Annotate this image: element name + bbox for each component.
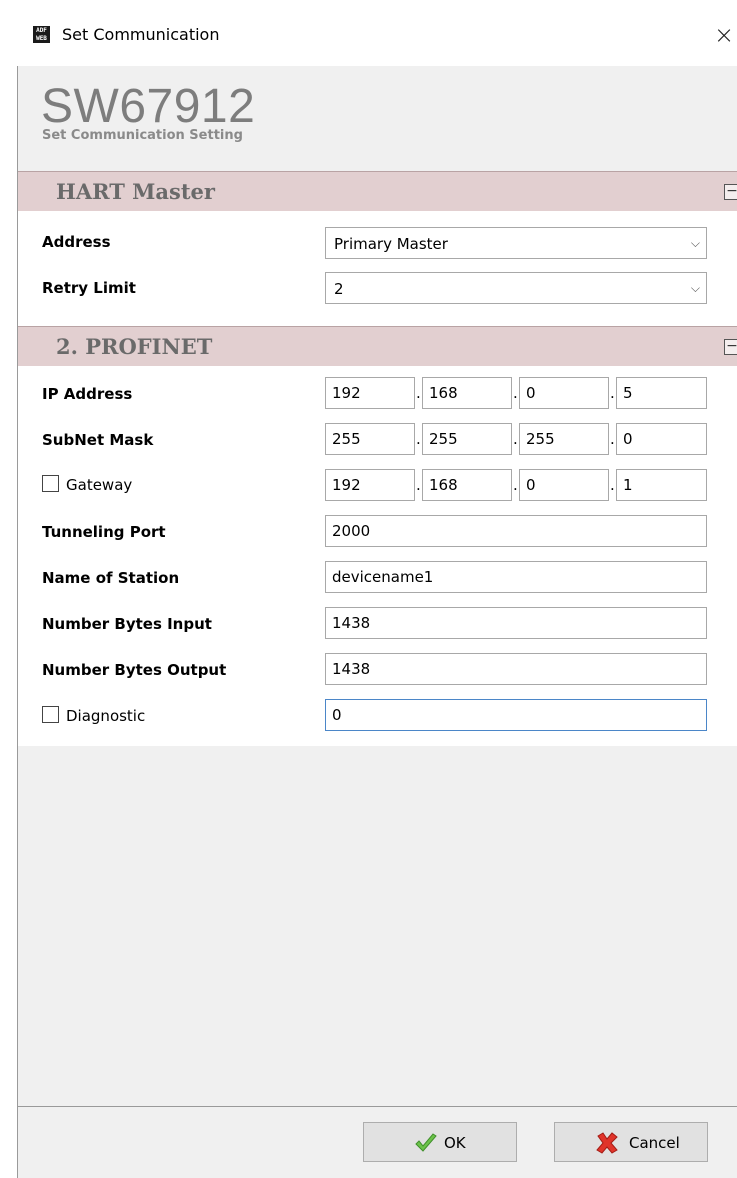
bytes-input-field[interactable]: 1438	[325, 607, 707, 639]
section-header-profinet[interactable]: 2. PROFINET −	[18, 326, 737, 366]
bytes-output-label: Number Bytes Output	[42, 661, 227, 679]
cancel-button-label: Cancel	[629, 1134, 680, 1152]
chevron-down-icon: ⌵	[690, 236, 700, 250]
close-button[interactable]: ×	[711, 18, 737, 52]
dialog-client-area: SW67912 Set Communication Setting HART M…	[17, 66, 737, 1178]
diagnostic-input[interactable]: 0	[325, 699, 707, 731]
ip-separator: .	[610, 476, 615, 494]
tunneling-port-label: Tunneling Port	[42, 523, 166, 541]
ok-button-label: OK	[444, 1134, 466, 1152]
subnet-octet-2-input[interactable]: 255	[422, 423, 512, 455]
ip-octet-3-input[interactable]: 0	[519, 377, 609, 409]
address-select-value: Primary Master	[334, 235, 448, 253]
adfweb-logo-icon: ADF WEB	[33, 26, 50, 43]
retry-limit-select[interactable]: 2 ⌵	[325, 272, 707, 304]
diagnostic-checkbox[interactable]	[42, 706, 59, 723]
ip-separator: .	[610, 384, 615, 402]
tunneling-port-input[interactable]: 2000	[325, 515, 707, 547]
page-header: SW67912 Set Communication Setting	[18, 66, 737, 171]
ip-separator: .	[416, 476, 421, 494]
address-label: Address	[42, 233, 111, 251]
subnet-octet-3-input[interactable]: 255	[519, 423, 609, 455]
title-bar: ADF WEB Set Communication ×	[0, 0, 737, 66]
product-code: SW67912	[41, 80, 256, 133]
gateway-label[interactable]: Gateway	[66, 476, 132, 494]
diagnostic-label[interactable]: Diagnostic	[66, 707, 145, 725]
gateway-octet-4-input[interactable]: 1	[616, 469, 707, 501]
station-name-label: Name of Station	[42, 569, 180, 587]
subnet-octet-1-input[interactable]: 255	[325, 423, 415, 455]
gateway-checkbox[interactable]	[42, 475, 59, 492]
collapse-icon[interactable]: −	[724, 339, 737, 355]
dialog-footer: OK Cancel	[18, 1106, 737, 1178]
page-subtitle: Set Communication Setting	[42, 128, 243, 143]
cross-icon	[596, 1132, 618, 1154]
ip-separator: .	[513, 476, 518, 494]
collapse-icon[interactable]: −	[724, 184, 737, 200]
ip-octet-2-input[interactable]: 168	[422, 377, 512, 409]
gateway-octet-2-input[interactable]: 168	[422, 469, 512, 501]
cancel-button[interactable]: Cancel	[554, 1122, 708, 1162]
bytes-input-label: Number Bytes Input	[42, 615, 212, 633]
ip-octet-1-input[interactable]: 192	[325, 377, 415, 409]
section-body-hart-master: Address Primary Master ⌵ Retry Limit 2 ⌵	[18, 211, 737, 326]
subnet-mask-label: SubNet Mask	[42, 431, 154, 449]
address-select[interactable]: Primary Master ⌵	[325, 227, 707, 259]
ip-octet-4-input[interactable]: 5	[616, 377, 707, 409]
subnet-octet-4-input[interactable]: 0	[616, 423, 707, 455]
retry-limit-label: Retry Limit	[42, 279, 136, 297]
station-name-input[interactable]: devicename1	[325, 561, 707, 593]
ip-separator: .	[513, 384, 518, 402]
gateway-octet-3-input[interactable]: 0	[519, 469, 609, 501]
bytes-output-field[interactable]: 1438	[325, 653, 707, 685]
ip-separator: .	[513, 430, 518, 448]
section-body-profinet: IP Address 192 . 168 . 0 . 5 SubNet Mask…	[18, 366, 737, 746]
ip-separator: .	[610, 430, 615, 448]
ok-button[interactable]: OK	[363, 1122, 517, 1162]
chevron-down-icon: ⌵	[690, 281, 700, 295]
section-title-hart-master: HART Master	[56, 179, 215, 204]
check-icon	[415, 1133, 437, 1152]
window-title: Set Communication	[62, 25, 220, 44]
ip-address-label: IP Address	[42, 385, 133, 403]
section-header-hart-master[interactable]: HART Master −	[18, 171, 737, 211]
ip-separator: .	[416, 430, 421, 448]
section-title-profinet: 2. PROFINET	[56, 334, 213, 359]
gateway-octet-1-input[interactable]: 192	[325, 469, 415, 501]
ip-separator: .	[416, 384, 421, 402]
retry-limit-select-value: 2	[334, 280, 344, 298]
